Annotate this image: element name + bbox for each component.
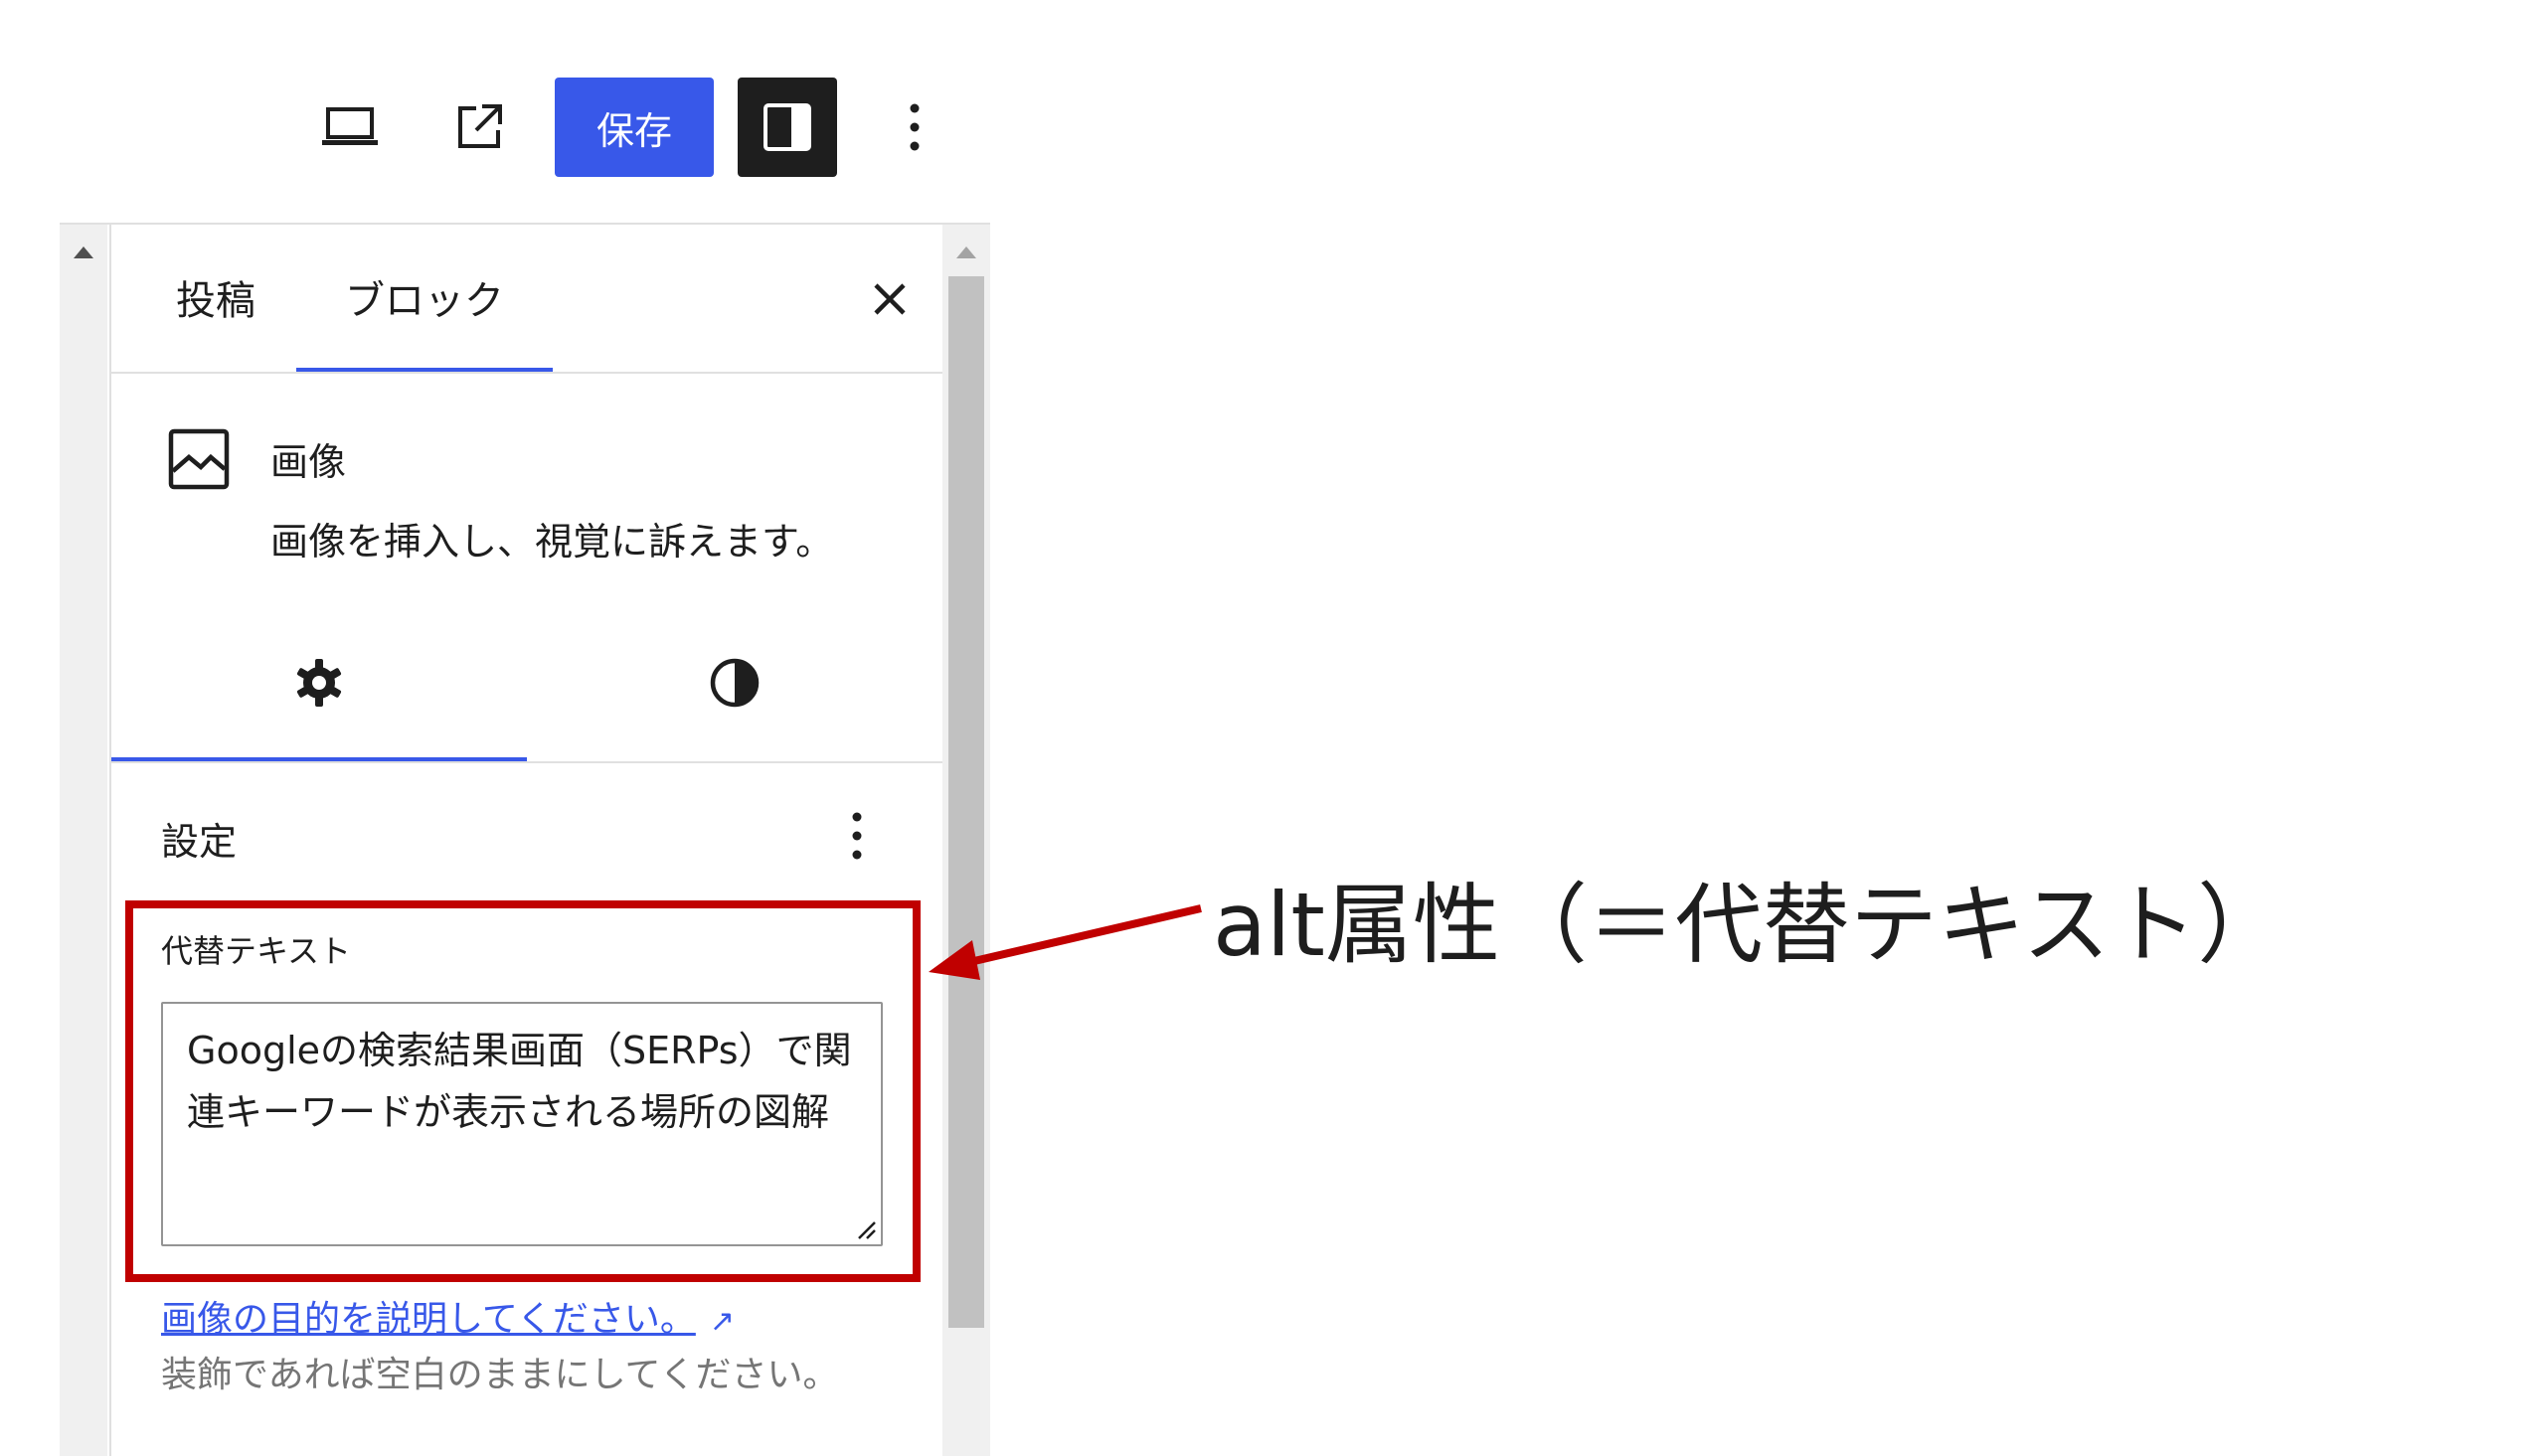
block-description: 画像を挿入し、視覚に訴えます。: [270, 520, 834, 564]
settings-sidebar: 投稿 ブロック 画像 画像を挿入し、視覚に訴えます。 設定 代替テキスト Goo…: [60, 223, 990, 1456]
tab-settings[interactable]: [111, 610, 527, 761]
gear-icon: [293, 657, 345, 713]
tab-block[interactable]: ブロック: [290, 225, 559, 372]
alt-text-label: 代替テキスト: [161, 932, 352, 970]
scroll-up-arrow-icon[interactable]: [956, 246, 976, 258]
half-circle-icon: [709, 657, 761, 713]
alt-text-field[interactable]: Googleの検索結果画面（SERPs）で関連キーワードが表示される場所の図解: [161, 1002, 883, 1246]
annotation-label: alt属性（＝代替テキスト）: [1213, 874, 2286, 976]
save-button[interactable]: 保存: [555, 78, 714, 177]
external-link-icon[interactable]: [427, 76, 531, 179]
editor-toolbar: 保存: [298, 76, 974, 179]
annotation-arrow-icon: [929, 904, 1202, 980]
alt-text-help: 装飾であれば空白のままにしてください。: [161, 1355, 839, 1395]
laptop-icon[interactable]: [298, 76, 402, 179]
scroll-up-arrow-icon[interactable]: [74, 246, 93, 258]
help-link-label[interactable]: 画像の目的を説明してください。: [161, 1299, 696, 1340]
block-title: 画像: [270, 440, 347, 484]
inspector-tabs: [111, 610, 942, 763]
resize-handle-icon[interactable]: [853, 1216, 877, 1240]
settings-section-header: 設定: [111, 761, 942, 900]
tab-styles[interactable]: [527, 610, 942, 759]
close-icon[interactable]: [855, 264, 925, 334]
block-card: 画像 画像を挿入し、視覚に訴えます。: [111, 372, 942, 610]
sidebar-tabs: 投稿 ブロック: [111, 225, 942, 374]
settings-title: 設定: [161, 820, 238, 864]
scrollbar-thumb[interactable]: [948, 276, 984, 1328]
sidebar-panel: 投稿 ブロック 画像 画像を挿入し、視覚に訴えます。 設定 代替テキスト Goo…: [109, 225, 944, 1456]
image-icon: [167, 427, 231, 491]
external-arrow-icon: ↗: [709, 1304, 735, 1339]
more-vertical-icon[interactable]: [827, 801, 887, 871]
alt-text-help-link[interactable]: 画像の目的を説明してください。 ↗: [161, 1290, 735, 1342]
sidebar-scrollbar[interactable]: [942, 225, 990, 1456]
tab-post[interactable]: 投稿: [131, 225, 300, 370]
page-scrollbar[interactable]: [60, 225, 107, 1456]
more-vertical-icon[interactable]: [875, 78, 954, 177]
sidebar-panel-icon[interactable]: [738, 78, 837, 177]
